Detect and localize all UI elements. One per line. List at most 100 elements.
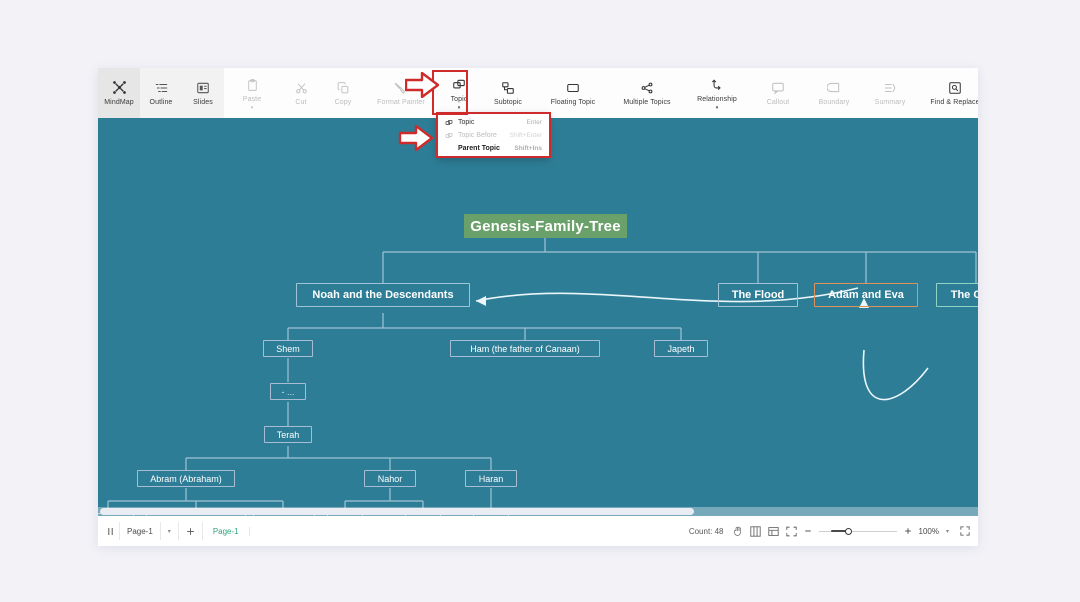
callout-label: Callout [766, 99, 790, 106]
outline-view-icon[interactable] [767, 526, 779, 537]
floating-topic-icon [566, 79, 580, 96]
relationship-icon [710, 76, 724, 93]
paste-icon [246, 76, 259, 93]
callout-button[interactable]: Callout [750, 68, 806, 118]
format-painter-button[interactable]: Format Painter [364, 68, 438, 118]
mindmap-root-node[interactable]: Genesis-Family-Tree [464, 214, 627, 238]
find-replace-label: Find & Replace [930, 99, 978, 106]
fullscreen-icon[interactable] [960, 526, 970, 536]
annotation-box-topic-button [432, 70, 468, 115]
mindmap-canvas[interactable]: Genesis-Family-Tree Noah and the Descend… [98, 118, 978, 516]
format-painter-label: Format Painter [377, 99, 425, 106]
relationship-button[interactable]: Relationship ▾ [684, 68, 750, 118]
view-mode-outline-label: Outline [149, 99, 173, 106]
chevron-down-icon: ▾ [167, 528, 171, 535]
multiple-topics-label: Multiple Topics [623, 99, 671, 106]
mindmap-node-flood[interactable]: The Flood [718, 283, 798, 307]
page-tab-page-1[interactable]: Page-1 [203, 526, 250, 536]
plus-icon [186, 527, 195, 536]
outline-icon [154, 79, 169, 96]
mindmap-node-haran[interactable]: Haran [465, 470, 517, 487]
mindmap-node-noah[interactable]: Noah and the Descendants [296, 283, 470, 307]
node-label: Japeth [667, 343, 695, 354]
page-dropdown-button[interactable]: ▾ [161, 522, 179, 540]
mindmap-node-japeth[interactable]: Japeth [654, 340, 708, 357]
status-bar-right: Count: 48 100% ▾ [688, 525, 978, 537]
mindmap-node-ellipsis-1[interactable]: - ... [270, 383, 306, 400]
cut-icon [295, 79, 308, 96]
relationship-caret-icon[interactable]: ▾ [716, 106, 719, 111]
subtopic-button[interactable]: Subtopic [480, 68, 536, 118]
zoom-dropdown-icon[interactable]: ▾ [946, 528, 949, 535]
root-node-label: Genesis-Family-Tree [470, 217, 621, 235]
boundary-button[interactable]: Boundary [806, 68, 862, 118]
node-label: - ... [281, 386, 295, 397]
grid-view-icon[interactable] [749, 525, 761, 537]
summary-icon [883, 79, 897, 96]
status-bar: Page-1 ▾ Page-1 Count: 48 100% ▾ [98, 516, 978, 546]
zoom-slider[interactable] [818, 527, 897, 535]
subtopic-label: Subtopic [493, 99, 523, 106]
connector-lines [107, 236, 977, 512]
fit-view-icon[interactable] [785, 526, 797, 537]
view-mode-mindmap-button[interactable]: MindMap [98, 68, 140, 118]
cut-button[interactable]: Cut [280, 68, 322, 118]
clipboard-group: Paste ▾ Cut Copy Format Painter [224, 68, 438, 118]
current-page-label: Page-1 [127, 526, 153, 536]
current-page-button[interactable]: Page-1 [120, 522, 161, 540]
mindmap-node-ham[interactable]: Ham (the father of Canaan) [450, 340, 600, 357]
zoom-level-label: 100% [918, 526, 939, 536]
copy-label: Copy [334, 99, 352, 106]
paste-caret-icon[interactable]: ▾ [251, 106, 254, 111]
mindmap-node-the-c[interactable]: The C [936, 283, 978, 307]
summary-button[interactable]: Summary [862, 68, 918, 118]
node-label: Haran [478, 473, 504, 484]
node-label: Noah and the Descendants [312, 289, 454, 301]
callout-icon [771, 79, 785, 96]
mindmap-node-adam-and-eva[interactable]: Adam and Eva [814, 283, 918, 307]
zoom-slider-knob[interactable] [844, 527, 852, 535]
copy-button[interactable]: Copy [322, 68, 364, 118]
screenshot-root: MindMap Outline Slides Paste ▾ Cut Copy … [0, 0, 1080, 602]
floating-topic-label: Floating Topic [550, 99, 596, 106]
add-page-button[interactable] [179, 522, 203, 540]
cut-label: Cut [295, 99, 307, 106]
status-bar-left: Page-1 ▾ Page-1 [98, 522, 250, 540]
page-nav-icon [107, 527, 114, 536]
find-replace-button[interactable]: Find & Replace [918, 68, 978, 118]
zoom-in-button[interactable] [904, 527, 912, 535]
scrollbar-thumb[interactable] [100, 508, 694, 515]
view-mode-slides-button[interactable]: Slides [182, 68, 224, 118]
node-label: The Flood [731, 289, 785, 301]
mindmap-node-terah[interactable]: Terah [264, 426, 312, 443]
hand-tool-icon[interactable] [733, 526, 743, 537]
page-tab-label: Page-1 [212, 526, 239, 536]
slides-icon [196, 79, 210, 96]
copy-icon [337, 79, 350, 96]
mindmap-node-shem[interactable]: Shem [263, 340, 313, 357]
view-mode-group: MindMap Outline Slides [98, 68, 224, 118]
paste-button[interactable]: Paste ▾ [224, 68, 280, 118]
node-label: Ham (the father of Canaan) [470, 343, 580, 354]
page-nav-button[interactable] [102, 522, 120, 540]
summary-label: Summary [874, 99, 906, 106]
mindmap-node-nahor[interactable]: Nahor [364, 470, 416, 487]
node-label: Terah [276, 429, 300, 440]
view-mode-outline-button[interactable]: Outline [140, 68, 182, 118]
main-toolbar: MindMap Outline Slides Paste ▾ Cut Copy … [98, 68, 978, 118]
subtopic-icon [501, 79, 515, 96]
node-label: Abram (Abraham) [150, 473, 222, 484]
mindmap-node-abram[interactable]: Abram (Abraham) [137, 470, 235, 487]
canvas-horizontal-scrollbar[interactable] [98, 507, 978, 516]
zoom-out-button[interactable] [804, 527, 812, 535]
node-count-label: Count: 48 [688, 526, 724, 536]
view-mode-slides-label: Slides [193, 99, 213, 106]
format-painter-icon [394, 79, 408, 96]
node-label: The C [950, 289, 978, 301]
insert-group: Topic ▾ Subtopic Floating Topic Multiple… [438, 68, 978, 118]
node-label: Nahor [377, 473, 403, 484]
multiple-topics-button[interactable]: Multiple Topics [610, 68, 684, 118]
find-replace-icon [948, 79, 962, 96]
floating-topic-button[interactable]: Floating Topic [536, 68, 610, 118]
relationship-label: Relationship [697, 96, 737, 103]
